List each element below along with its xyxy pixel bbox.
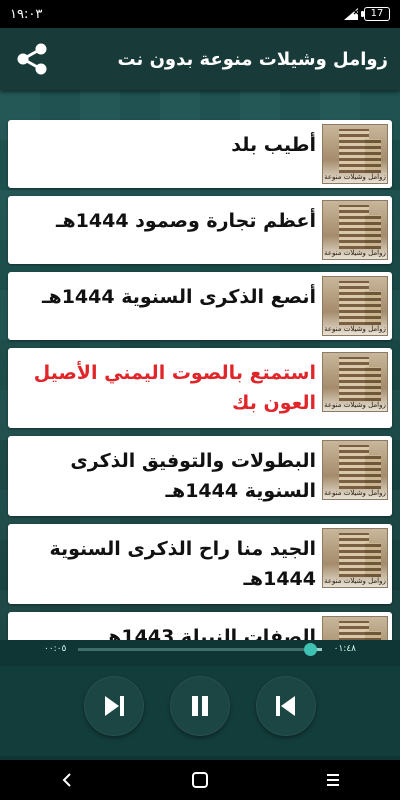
recents-button[interactable] <box>303 760 363 800</box>
audio-player: ٠٠:٠٥ ٠١:٤٨ <box>0 640 400 760</box>
home-button[interactable] <box>170 760 230 800</box>
total-duration: ٠١:٤٨ <box>333 644 356 654</box>
track-item[interactable]: زوامل وشيلات منوعة أطيب بلد <box>8 120 392 188</box>
status-time: ١٩:٠٣ <box>10 6 43 22</box>
track-item[interactable]: زوامل وشيلات منوعة البطولات والتوفيق الذك… <box>8 436 392 516</box>
thumbnail-building <box>365 367 381 401</box>
track-item[interactable]: زوامل وشيلات منوعة أعظم تجارة وصمود 1444ه… <box>8 196 392 264</box>
thumbnail-caption: زوامل وشيلات منوعة <box>324 325 386 333</box>
system-nav-bar <box>0 760 400 800</box>
track-list: زوامل وشيلات منوعة أطيب بلد زوامل وشيلات م… <box>8 120 392 640</box>
track-item[interactable]: زوامل وشيلات منوعة الجيد منا راح الذكرى ا… <box>8 524 392 604</box>
player-controls <box>0 666 400 756</box>
elapsed-time: ٠٠:٠٥ <box>44 644 67 654</box>
share-icon <box>17 43 47 75</box>
content-area: زوامل وشيلات منوعة أطيب بلد زوامل وشيلات م… <box>0 90 400 640</box>
thumbnail-caption: زوامل وشيلات منوعة <box>324 173 386 181</box>
status-bar: ١٩:٠٣ 17 <box>0 0 400 28</box>
status-icons: 17 <box>344 7 390 21</box>
thumbnail-building <box>365 215 381 249</box>
menu-lines-icon <box>327 774 340 786</box>
track-title: البطولات والتوفيق الذكرى السنوية 1444هـ <box>70 450 316 502</box>
seek-bar[interactable] <box>78 643 322 656</box>
share-button[interactable] <box>12 39 52 79</box>
next-button[interactable] <box>84 676 144 736</box>
app-bar: زوامل وشيلات منوعة بدون نت <box>0 28 400 90</box>
thumbnail-caption: زوامل وشيلات منوعة <box>324 249 386 257</box>
thumbnail-building <box>365 291 381 325</box>
track-thumbnail: زوامل وشيلات منوعة <box>322 200 388 260</box>
thumbnail-caption: زوامل وشيلات منوعة <box>324 401 386 409</box>
track-item[interactable]: زوامل وشيلات منوعة الصفات النبيلة 1443هـ <box>8 612 392 640</box>
previous-button[interactable] <box>256 676 316 736</box>
track-title: الصفات النبيلة 1443هـ <box>101 626 316 640</box>
skip-next-icon <box>105 696 124 716</box>
back-icon <box>62 773 71 787</box>
thumbnail-building <box>365 543 381 577</box>
thumbnail-building <box>365 631 381 640</box>
app-title: زوامل وشيلات منوعة بدون نت <box>117 48 388 70</box>
track-thumbnail: زوامل وشيلات منوعة <box>322 616 388 640</box>
thumbnail-building <box>365 455 381 489</box>
pause-button[interactable] <box>170 676 230 736</box>
track-item[interactable]: زوامل وشيلات منوعة أنصع الذكرى السنوية 14… <box>8 272 392 340</box>
skip-previous-icon <box>276 696 295 716</box>
battery-icon: 17 <box>361 7 390 21</box>
thumbnail-caption: زوامل وشيلات منوعة <box>324 489 386 497</box>
track-title: أنصع الذكرى السنوية 1444هـ <box>42 286 316 308</box>
thumbnail-caption: زوامل وشيلات منوعة <box>324 577 386 585</box>
track-title: أطيب بلد <box>231 134 316 156</box>
thumbnail-building <box>365 139 381 173</box>
signal-icon <box>344 8 358 20</box>
track-thumbnail: زوامل وشيلات منوعة <box>322 124 388 184</box>
back-button[interactable] <box>37 760 97 800</box>
track-thumbnail: زوامل وشيلات منوعة <box>322 276 388 336</box>
home-icon <box>191 772 208 788</box>
track-thumbnail: زوامل وشيلات منوعة <box>322 528 388 588</box>
track-title: الجيد منا راح الذكرى السنوية 1444هـ <box>49 538 316 590</box>
track-title: استمتع بالصوت اليمني الأصيل العون بك <box>33 362 316 414</box>
track-thumbnail: زوامل وشيلات منوعة <box>322 440 388 500</box>
seek-thumb[interactable] <box>303 643 317 656</box>
track-thumbnail: زوامل وشيلات منوعة <box>322 352 388 412</box>
pause-icon <box>192 696 208 716</box>
track-title: أعظم تجارة وصمود 1444هـ <box>56 210 316 232</box>
track-item[interactable]: زوامل وشيلات منوعة استمتع بالصوت اليمني ا… <box>8 348 392 428</box>
